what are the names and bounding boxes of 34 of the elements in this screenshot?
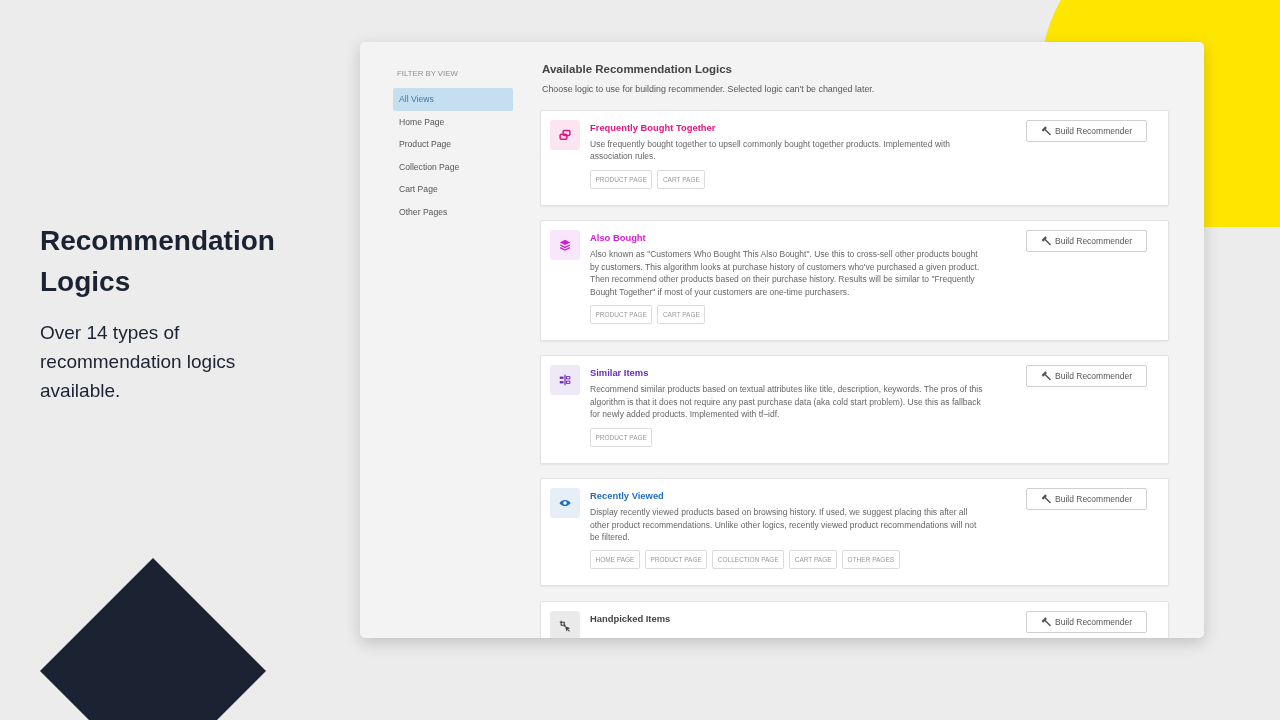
build-recommender-button[interactable]: Build Recommender (1026, 365, 1147, 388)
build-recommender-button[interactable]: Build Recommender (1026, 230, 1147, 253)
hammer-icon (1041, 494, 1051, 505)
filter-item[interactable]: All Views (393, 88, 513, 111)
filter-item[interactable]: Collection Page (393, 155, 513, 178)
section-title: Available Recommendation Logics (542, 62, 733, 76)
overlapping-squares-icon (550, 120, 580, 150)
filter-item[interactable]: Product Page (393, 133, 513, 156)
hammer-icon (1041, 371, 1051, 382)
filter-item[interactable]: Other Pages (393, 200, 513, 223)
logic-description: Use frequently bought together to upsell commonly bought together products. Implemented with association rules. (590, 138, 952, 163)
hero-title: Recommendation Logics (40, 224, 276, 299)
cursor-select-icon (550, 610, 580, 638)
logic-title: Handpicked Items (590, 611, 672, 626)
logic-description: Also known as "Customers Who Bought This Also Bought". Use this to cross-sell other products bought by customers. This algorithm looks at purchase history of customers who've purchased a given product. Then recommend other products based on their purchase history. Results will be similar to "Frequently Bought Together" if most of your customers are one-time purchasers. (590, 248, 981, 298)
build-recommender-button[interactable]: Build Recommender (1026, 610, 1147, 633)
layers-icon (550, 230, 580, 261)
build-recommender-button[interactable]: Build Recommender (1026, 120, 1147, 142)
hammer-icon (1041, 616, 1051, 627)
build-recommender-button[interactable]: Build Recommender (1026, 488, 1147, 511)
logic-description: Display recently viewed products based on browsing history. If used, we suggest placing this after all other product recommendations. Unlike other logics, recently viewed product recommendations will not be filtered. (590, 506, 978, 544)
filter-item[interactable]: Cart Page (393, 178, 513, 201)
logic-title: Recently Viewed (590, 489, 665, 504)
filter-item[interactable]: Home Page (393, 110, 513, 133)
logic-title: Also Bought (590, 231, 647, 246)
section-subtitle: Choose logic to use for building recommender. Selected logic can't be changed later. (542, 83, 876, 95)
split-columns-icon (550, 365, 580, 396)
logic-title: Frequently Bought Together (590, 121, 717, 135)
logic-description: Recommend similar products based on textual attributes like title, description, keywords. The pros of this algorithm is that it does not require any past purchase data (aka cold start problem). Use this as fallback for newly added products. Implemented with tf–idf. (590, 383, 984, 421)
logic-title: Similar Items (590, 366, 650, 381)
hammer-icon (1041, 236, 1051, 247)
eye-icon (550, 488, 580, 519)
hammer-icon (1041, 126, 1051, 136)
hero-text: Over 14 types of recommendation logics available. (40, 321, 237, 403)
